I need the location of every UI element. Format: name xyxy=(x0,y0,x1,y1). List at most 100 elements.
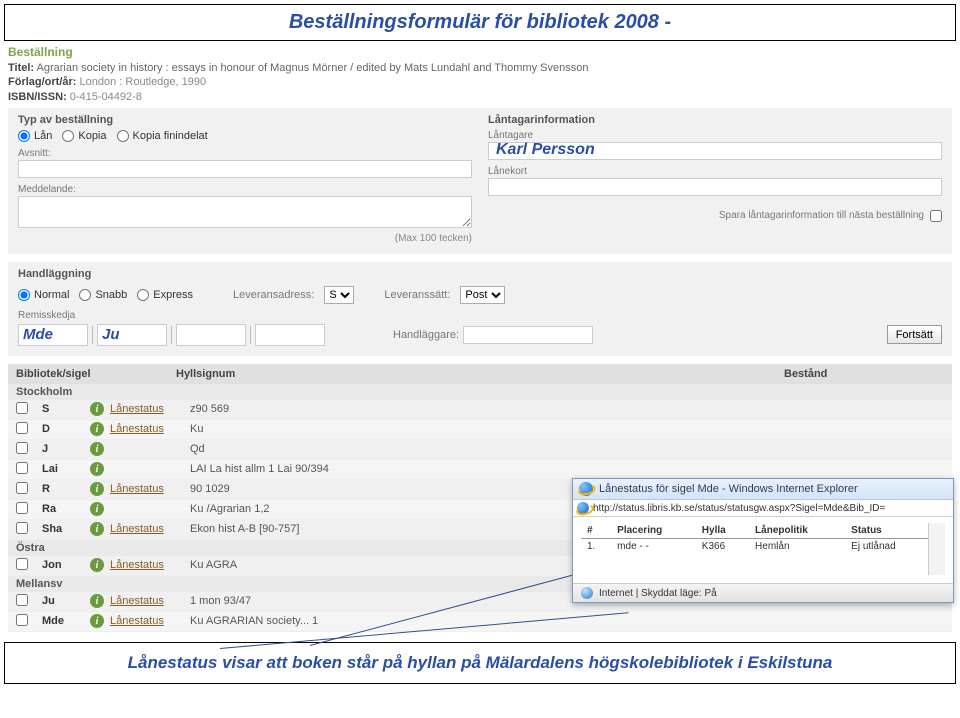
loanstatus-link[interactable]: Lånestatus xyxy=(110,403,164,415)
row-checkbox[interactable] xyxy=(16,422,28,434)
table-row: SiLånestatusz90 569 xyxy=(8,400,952,420)
th-sigel: Bibliotek/sigel xyxy=(16,368,176,380)
loanstatus-link[interactable]: Lånestatus xyxy=(110,423,164,435)
row-sigel: J xyxy=(42,443,84,455)
loanstatus-link[interactable]: Lånestatus xyxy=(110,595,164,607)
info-icon[interactable]: i xyxy=(90,442,104,456)
row-checkbox[interactable] xyxy=(16,614,28,626)
loanstatus-link[interactable]: Lånestatus xyxy=(110,615,164,627)
popup-th-status: Status xyxy=(845,523,929,539)
message-input[interactable] xyxy=(18,196,472,228)
section-label: Avsnitt: xyxy=(18,148,472,159)
row-checkbox[interactable] xyxy=(16,462,28,474)
row-checkbox[interactable] xyxy=(16,402,28,414)
loanstatus-link[interactable]: Lånestatus xyxy=(110,523,164,535)
row-sigel: Sha xyxy=(42,523,84,535)
popup-addressbar[interactable]: http://status.libris.kb.se/status/status… xyxy=(573,500,953,517)
radio-kopia-input[interactable] xyxy=(62,130,74,142)
popup-td-place: mde - - xyxy=(611,539,696,555)
radio-kopia[interactable]: Kopia xyxy=(62,130,106,142)
slide-title: Beställningsformulär för bibliotek 2008 … xyxy=(4,4,956,41)
remiss-slot-4[interactable] xyxy=(255,324,325,346)
row-hylla: Ku xyxy=(190,423,944,435)
delivery-mode-select[interactable]: Post xyxy=(460,286,505,304)
borrower-name-input[interactable] xyxy=(488,142,942,160)
radio-normal-input[interactable] xyxy=(18,289,30,301)
delivery-addr-label: Leveransadress: xyxy=(233,289,314,301)
info-icon[interactable]: i xyxy=(90,402,104,416)
loanstatus-link[interactable]: Lånestatus xyxy=(110,559,164,571)
info-icon[interactable]: i xyxy=(90,614,104,628)
table-row: Laii LAI La hist allm 1 Lai 90/394 xyxy=(8,460,952,480)
remiss-slot-1[interactable]: Mde xyxy=(18,324,88,346)
popup-status-text: Internet | Skyddat läge: På xyxy=(599,588,717,599)
row-sigel: D xyxy=(42,423,84,435)
continue-button[interactable]: Fortsätt xyxy=(887,325,942,344)
popup-scroll[interactable]: # Placering Hylla Lånepolitik Status 1. … xyxy=(581,523,945,575)
max-note: (Max 100 tecken) xyxy=(18,233,472,244)
radio-lan[interactable]: Lån xyxy=(18,130,52,142)
row-hylla: z90 569 xyxy=(190,403,944,415)
popup-th-row: # Placering Hylla Lånepolitik Status xyxy=(581,523,929,539)
radio-express-input[interactable] xyxy=(137,289,149,301)
popup-td-shelf: K366 xyxy=(696,539,749,555)
save-borrower-label: Spara låntagarinformation till nästa bes… xyxy=(719,210,924,221)
radio-normal[interactable]: Normal xyxy=(18,289,69,301)
row-checkbox[interactable] xyxy=(16,522,28,534)
globe-icon xyxy=(581,587,593,599)
info-icon[interactable]: i xyxy=(90,422,104,436)
title-label: Titel: xyxy=(8,62,34,74)
row-checkbox[interactable] xyxy=(16,502,28,514)
row-checkbox[interactable] xyxy=(16,482,28,494)
radio-express[interactable]: Express xyxy=(137,289,193,301)
radio-kopia-label: Kopia xyxy=(78,130,106,142)
info-icon[interactable]: i xyxy=(90,502,104,516)
row-checkbox[interactable] xyxy=(16,558,28,570)
ie-icon xyxy=(577,502,589,514)
handler-input[interactable] xyxy=(463,326,593,344)
save-borrower-checkbox[interactable] xyxy=(930,210,942,222)
loanstatus-link[interactable]: Lånestatus xyxy=(110,483,164,495)
popup-th-place: Placering xyxy=(611,523,696,539)
table-row: JiQd xyxy=(8,440,952,460)
bibliographic-block: Titel: Agrarian society in history : ess… xyxy=(8,61,952,104)
radio-lan-label: Lån xyxy=(34,130,52,142)
row-sigel: Lai xyxy=(42,463,84,475)
info-icon[interactable]: i xyxy=(90,482,104,496)
popup-row: 1. mde - - K366 Hemlån Ej utlånad xyxy=(581,539,929,555)
remiss-slot-3[interactable] xyxy=(176,324,246,346)
popup-td-num: 1. xyxy=(581,539,611,555)
section-input[interactable] xyxy=(18,160,472,178)
popup-th-policy: Lånepolitik xyxy=(749,523,845,539)
popup-titlebar[interactable]: Lånestatus för sigel Mde - Windows Inter… xyxy=(573,479,953,500)
remiss-slot-2[interactable]: Ju xyxy=(97,324,167,346)
table-group-head: Stockholm xyxy=(8,384,952,400)
info-icon[interactable]: i xyxy=(90,558,104,572)
info-icon[interactable]: i xyxy=(90,522,104,536)
borrower-card-label: Lånekort xyxy=(488,166,942,177)
row-sigel: Ra xyxy=(42,503,84,515)
separator xyxy=(92,326,93,344)
remiss-val-2: Ju xyxy=(102,326,120,343)
row-sigel: Jon xyxy=(42,559,84,571)
borrower-card-input[interactable] xyxy=(488,178,942,196)
radio-kopia-fin[interactable]: Kopia finindelat xyxy=(117,130,208,142)
info-icon[interactable]: i xyxy=(90,594,104,608)
radio-kopia-fin-input[interactable] xyxy=(117,130,129,142)
title-value: Agrarian society in history : essays in … xyxy=(37,62,589,74)
radio-lan-input[interactable] xyxy=(18,130,30,142)
row-hylla: LAI La hist allm 1 Lai 90/394 xyxy=(190,463,944,475)
radio-express-label: Express xyxy=(153,289,193,301)
delivery-addr-select[interactable]: S xyxy=(324,286,354,304)
table-row: MdeiLånestatusKu AGRARIAN society... 1 xyxy=(8,612,952,632)
slide-caption: Lånestatus visar att boken står på hylla… xyxy=(4,642,956,684)
row-checkbox[interactable] xyxy=(16,594,28,606)
radio-snabb-input[interactable] xyxy=(79,289,91,301)
borrower-label: Låntagarinformation xyxy=(488,114,942,126)
popup-th-num: # xyxy=(581,523,611,539)
th-hylla: Hyllsignum xyxy=(176,368,784,380)
info-icon[interactable]: i xyxy=(90,462,104,476)
row-checkbox[interactable] xyxy=(16,442,28,454)
handler-label: Handläggare: xyxy=(393,329,459,341)
radio-snabb[interactable]: Snabb xyxy=(79,289,127,301)
